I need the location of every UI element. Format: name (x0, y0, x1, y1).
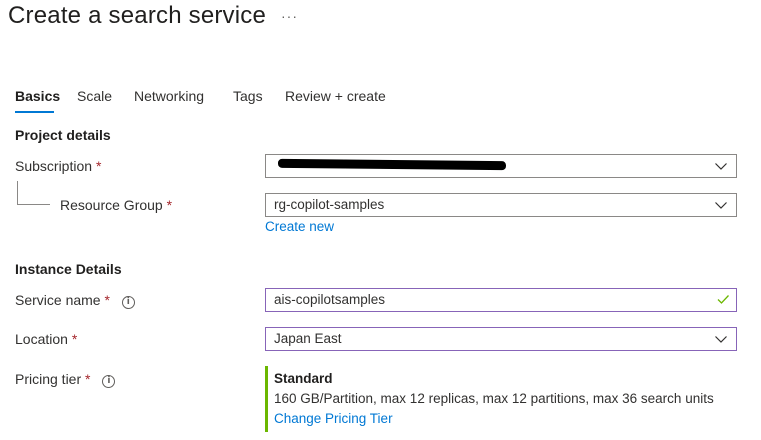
checkmark-icon (717, 295, 729, 304)
resource-group-label: Resource Group * (60, 197, 172, 213)
pricing-tier-name: Standard (274, 371, 333, 386)
project-details-heading: Project details (15, 127, 111, 143)
service-name-input[interactable]: ais-copilotsamples (265, 288, 737, 312)
tree-connector-vertical (17, 181, 18, 205)
required-marker: * (71, 331, 78, 347)
more-options-icon[interactable]: ··· (281, 8, 298, 24)
resource-group-dropdown[interactable]: rg-copilot-samples (265, 193, 737, 217)
location-dropdown[interactable]: Japan East (265, 327, 737, 351)
service-name-value: ais-copilotsamples (274, 292, 386, 307)
active-tab-indicator (15, 111, 54, 113)
redaction-bar (277, 158, 507, 171)
pricing-tier-description: 160 GB/Partition, max 12 replicas, max 1… (274, 391, 714, 406)
required-marker: * (166, 197, 173, 213)
chevron-down-icon (715, 336, 727, 343)
page-title: Create a search service (8, 2, 267, 29)
service-name-label-text: Service name (15, 292, 101, 308)
resource-group-value: rg-copilot-samples (274, 197, 385, 212)
chevron-down-icon (715, 202, 727, 209)
instance-details-heading: Instance Details (15, 261, 122, 277)
subscription-label-text: Subscription (15, 158, 93, 174)
tab-scale[interactable]: Scale (77, 88, 112, 104)
info-icon[interactable]: i (121, 296, 135, 309)
change-pricing-tier-link[interactable]: Change Pricing Tier (274, 411, 393, 426)
location-label: Location * (15, 331, 77, 347)
create-new-link[interactable]: Create new (265, 219, 334, 234)
tree-connector-horizontal (17, 204, 50, 205)
pricing-tier-label-text: Pricing tier (15, 371, 82, 387)
resource-group-label-text: Resource Group (60, 197, 163, 213)
tab-tags[interactable]: Tags (233, 88, 263, 104)
service-name-label: Service name * i (15, 292, 135, 309)
pricing-tier-accent-bar (265, 366, 268, 432)
subscription-label: Subscription * (15, 158, 101, 174)
tab-review-create[interactable]: Review + create (285, 88, 386, 104)
pricing-tier-label: Pricing tier * i (15, 371, 116, 388)
location-label-text: Location (15, 331, 68, 347)
required-marker: * (104, 292, 110, 308)
required-marker: * (85, 371, 91, 387)
required-marker: * (95, 158, 102, 174)
subscription-dropdown[interactable] (265, 154, 737, 178)
chevron-down-icon (715, 163, 727, 170)
tab-basics[interactable]: Basics (15, 88, 60, 104)
info-icon[interactable]: i (102, 375, 116, 388)
tab-networking[interactable]: Networking (134, 88, 204, 104)
location-value: Japan East (274, 331, 342, 346)
